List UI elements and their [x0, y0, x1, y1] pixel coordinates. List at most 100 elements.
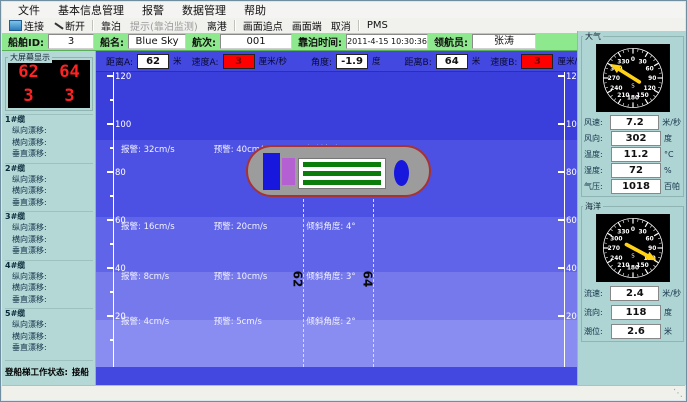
- menu-data-management[interactable]: 数据管理: [174, 1, 234, 19]
- axis-tick-label: 40: [566, 264, 577, 274]
- axis-minor-tick: [110, 291, 113, 293]
- current-speed-unit: 米/秒: [662, 288, 681, 299]
- svg-text:240: 240: [610, 256, 622, 262]
- speed-b-label: 速度B:: [490, 55, 517, 68]
- axis-tick-label: 100: [566, 120, 577, 130]
- axis-tick-label: 80: [566, 168, 577, 178]
- axis-tick: [558, 75, 564, 77]
- ship-superstructure: [263, 153, 280, 190]
- toolbar-track-point-button[interactable]: 画面追点: [241, 18, 285, 33]
- menu-bar: 文件 基本信息管理 报警 数据管理 帮助: [2, 2, 685, 19]
- ship-id-label: 船舶ID:: [8, 34, 44, 49]
- svg-text:0: 0: [630, 227, 634, 233]
- left-axis: [113, 72, 114, 367]
- cable-group-4: 4#缆 纵向漂移: 横向漂移: 垂直漂移:: [5, 260, 93, 306]
- distance-b-unit: 米: [472, 55, 481, 67]
- svg-text:270: 270: [607, 76, 619, 82]
- toolbar-disconnect-button[interactable]: 断开: [51, 18, 87, 33]
- toolbar-pms-button[interactable]: PMS: [365, 20, 390, 31]
- current-speed-label: 流速:: [584, 288, 610, 299]
- svg-text:90: 90: [648, 76, 656, 82]
- svg-text:330: 330: [617, 60, 629, 66]
- axis-tick: [107, 219, 113, 221]
- display-speed-b: 3: [49, 84, 90, 108]
- ship-id-input[interactable]: 3: [48, 34, 94, 49]
- ship-name-label: 船名:: [100, 34, 124, 49]
- humidity-unit: %: [664, 166, 672, 175]
- axis-tick: [107, 171, 113, 173]
- axis-tick-label: 60: [566, 216, 577, 226]
- svg-text:0: 0: [630, 57, 634, 63]
- humidity-row: 湿度: 72 %: [584, 163, 681, 178]
- cable-group-2: 2#缆 纵向漂移: 横向漂移: 垂直漂移:: [5, 163, 93, 209]
- temperature-value: 11.2: [611, 147, 661, 162]
- svg-text:60: 60: [645, 237, 653, 243]
- speed-a-unit: 厘米/秒: [259, 55, 287, 67]
- menu-file[interactable]: 文件: [10, 1, 48, 19]
- resize-grip[interactable]: ⋱: [673, 388, 683, 399]
- pressure-label: 气压:: [584, 181, 611, 192]
- lateral-drift-label: 横向漂移:: [5, 234, 93, 246]
- berthing-monitor-area: 距离A: 62 米 速度A: 3 厘米/秒 角度: -1.9 度 距离B: 64…: [96, 51, 577, 386]
- measurement-bar: 距离A: 62 米 速度A: 3 厘米/秒 角度: -1.9 度 距离B: 64…: [96, 51, 577, 72]
- vertical-drift-label: 垂直漂移:: [5, 245, 93, 257]
- menu-help[interactable]: 帮助: [236, 1, 274, 19]
- lateral-drift-label: 横向漂移:: [5, 331, 93, 343]
- toolbar-cancel-button[interactable]: 取消: [329, 18, 353, 33]
- cable-group-5: 5#缆 纵向漂移: 横向漂移: 垂直漂移:: [5, 308, 93, 354]
- berthing-time-input[interactable]: 2011-4-15 10:30:36: [346, 34, 428, 49]
- vertical-drift-label: 垂直漂移:: [5, 148, 93, 160]
- tilt-threshold: 倾斜角度: 4°: [306, 220, 396, 232]
- distance-b-value: 64: [436, 54, 468, 69]
- svg-text:30: 30: [638, 60, 646, 66]
- svg-text:210: 210: [617, 93, 629, 99]
- toolbar-screen-button[interactable]: 画面端: [290, 18, 324, 33]
- environment-panel: 大气 0306090120150180210240270300330S 风速: …: [577, 31, 687, 385]
- pressure-value: 1018: [611, 179, 661, 194]
- svg-text:S: S: [631, 254, 634, 260]
- angle-value: -1.9: [336, 54, 368, 69]
- alarm-row-3: 报警: 8cm/s 预警: 10cm/s 倾斜角度: 3°: [121, 270, 567, 282]
- ocean-section-title: 海洋: [583, 201, 603, 212]
- axis-minor-tick: [110, 99, 113, 101]
- svg-text:120: 120: [643, 86, 655, 92]
- toolbar-separator: [234, 20, 236, 31]
- menu-basic-info[interactable]: 基本信息管理: [50, 1, 132, 19]
- distance-band: [96, 72, 577, 140]
- toolbar-separator: [92, 20, 94, 31]
- cable-group-3: 3#缆 纵向漂移: 横向漂移: 垂直漂移:: [5, 211, 93, 257]
- alarm-row-2: 报警: 16cm/s 预警: 20cm/s 倾斜角度: 4°: [121, 220, 567, 232]
- toolbar-berthing-monitor-button[interactable]: 提示(靠泊监测): [128, 18, 200, 33]
- voyage-input[interactable]: 001: [220, 34, 292, 49]
- speed-b-value: 3: [521, 54, 553, 69]
- longitudinal-drift-label: 纵向漂移:: [5, 125, 93, 137]
- humidity-value: 72: [611, 163, 661, 178]
- toolbar-connect-button[interactable]: 连接: [7, 18, 46, 33]
- pilot-input[interactable]: 张涛: [472, 34, 536, 49]
- ship-name-input[interactable]: Blue Sky: [128, 34, 186, 49]
- axis-tick: [558, 123, 564, 125]
- temperature-label: 温度:: [584, 149, 611, 160]
- temperature-row: 温度: 11.2 °C: [584, 147, 681, 162]
- alarm-threshold: 报警: 32cm/s: [121, 143, 211, 155]
- speed-a-value: 3: [223, 54, 255, 69]
- toolbar-berthing-button[interactable]: 靠泊: [99, 18, 123, 33]
- ship-info-bar: 船舶ID: 3 船名: Blue Sky 航次: 001 靠泊时间: 2011-…: [2, 33, 577, 51]
- current-speed-value: 2.4: [610, 286, 659, 301]
- pressure-row: 气压: 1018 百帕: [584, 179, 681, 194]
- temperature-unit: °C: [664, 150, 674, 159]
- gangway-status-value: 接船: [72, 368, 89, 378]
- speed-a-label: 速度A:: [192, 55, 219, 68]
- longitudinal-drift-label: 纵向漂移:: [5, 319, 93, 331]
- bow-distance-label: 62: [290, 271, 304, 288]
- wind-speed-row: 风速: 7.2 米/秒: [584, 115, 681, 130]
- axis-tick-label: 80: [115, 168, 126, 178]
- axis-tick: [107, 267, 113, 269]
- menu-alarm[interactable]: 报警: [134, 1, 172, 19]
- toolbar-departure-button[interactable]: 离港: [205, 18, 229, 33]
- warning-threshold: 预警: 20cm/s: [214, 220, 304, 232]
- axis-tick: [107, 123, 113, 125]
- lateral-drift-label: 横向漂移:: [5, 282, 93, 294]
- big-screen-display-group: 大屏幕显示 62 64 3 3: [5, 57, 93, 111]
- longitudinal-drift-label: 纵向漂移:: [5, 174, 93, 186]
